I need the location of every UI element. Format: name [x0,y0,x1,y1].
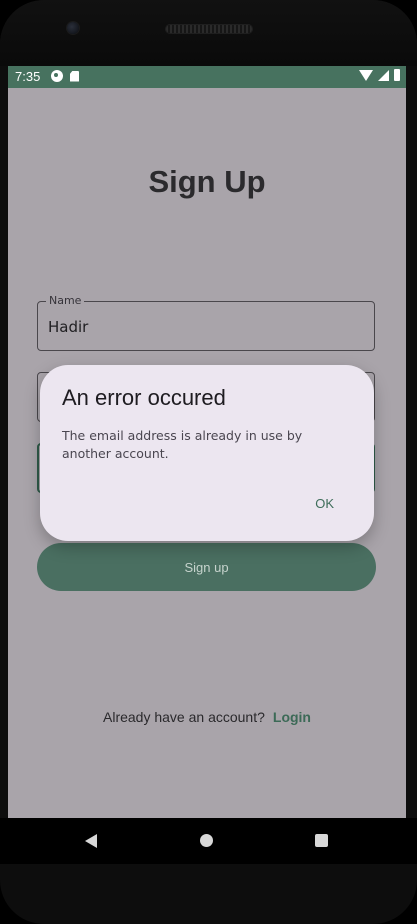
app-screen: 7:35 Sign Up Name Hadir Sign up Already … [8,66,406,818]
status-right-icons [359,69,400,81]
status-time: 7:35 [15,69,41,84]
sign-up-button[interactable]: Sign up [37,543,376,591]
front-camera-icon [67,22,79,34]
name-field-label: Name [46,294,85,307]
page-title: Sign Up [148,164,266,199]
dialog-ok-button[interactable]: OK [315,496,334,511]
name-field[interactable]: Name Hadir [37,294,375,351]
dialog-title: An error occured [62,385,226,410]
sd-card-icon [70,70,79,82]
login-link[interactable]: Login [273,709,311,725]
top-bezel [0,0,417,66]
earpiece-speaker [166,25,252,33]
error-dialog: An error occured The email address is al… [40,365,374,541]
name-field-value: Hadir [48,318,89,336]
recents-icon[interactable] [315,834,328,847]
wifi-icon [359,69,373,81]
status-left-icons [51,70,79,82]
navigation-bar [0,818,417,864]
battery-icon [394,69,400,81]
login-prompt: Already have an account? Login [8,709,406,725]
signal-icon [378,69,389,81]
data-saver-icon [51,70,63,82]
login-prompt-text: Already have an account? [103,709,265,725]
home-icon[interactable] [200,834,213,847]
back-icon[interactable] [85,834,97,848]
status-bar: 7:35 [8,66,406,88]
dialog-message: The email address is already in use by a… [62,428,303,461]
phone-device: 7:35 Sign Up Name Hadir Sign up Already … [0,0,417,924]
